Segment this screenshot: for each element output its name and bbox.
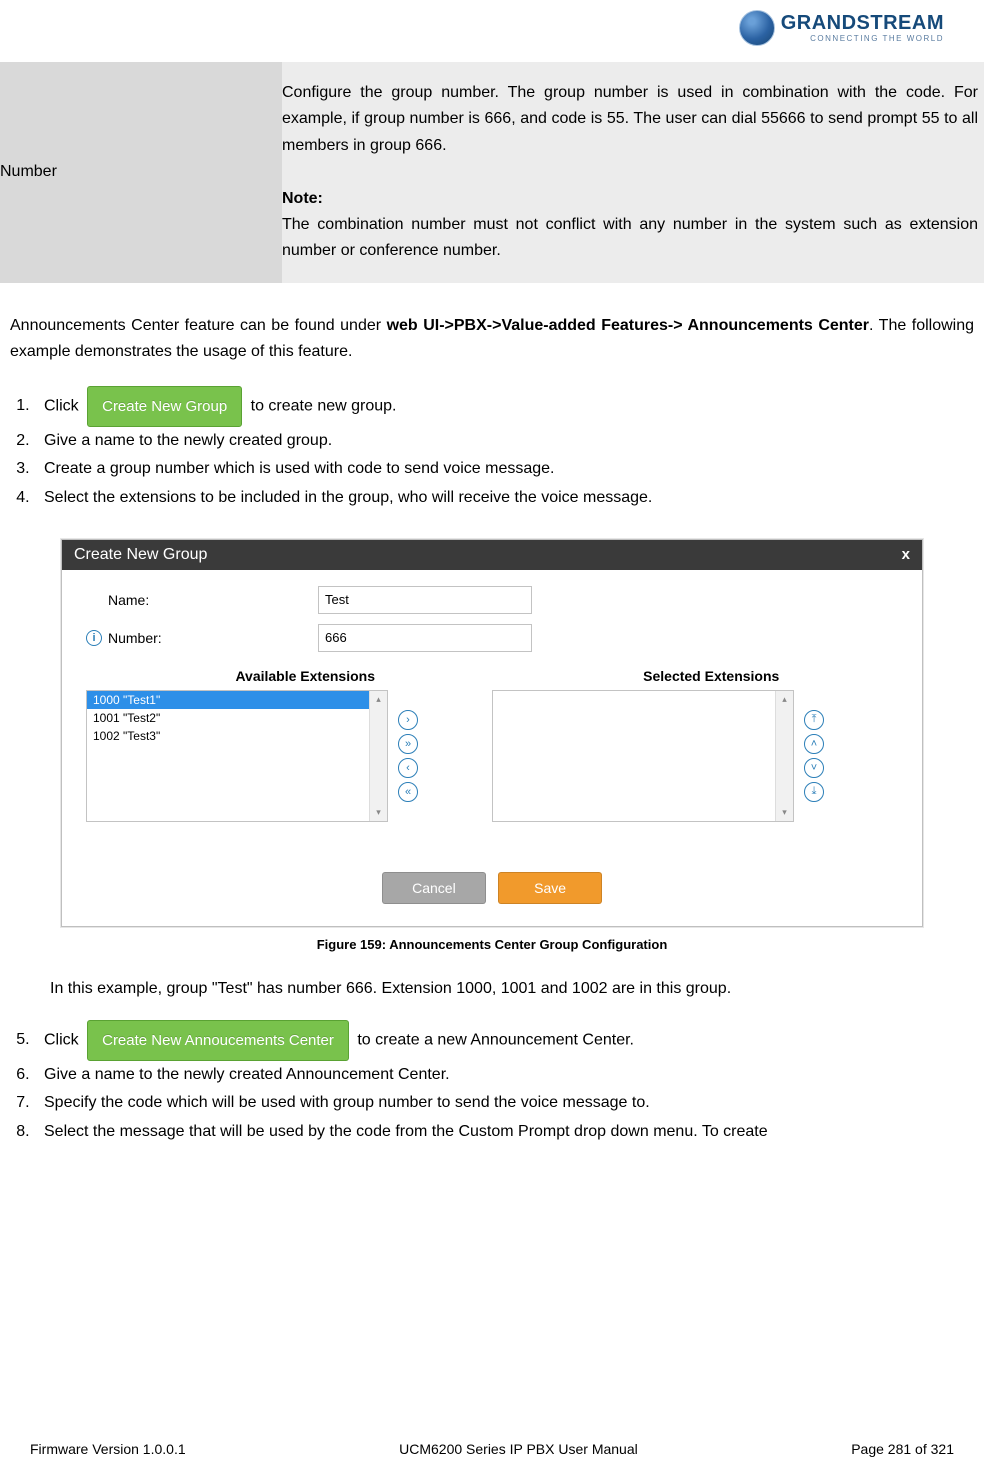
brand-tagline: CONNECTING THE WORLD <box>781 35 944 43</box>
scroll-down-icon[interactable]: ▾ <box>776 804 793 821</box>
list-item[interactable]: 1000 "Test1" <box>87 691 387 709</box>
globe-icon <box>739 10 775 46</box>
move-up-icon[interactable]: ˄ <box>804 734 824 754</box>
create-new-center-button[interactable]: Create New Annoucements Center <box>87 1020 349 1061</box>
intro-paragraph: Announcements Center feature can be foun… <box>0 313 984 366</box>
param-label: Number <box>0 62 282 283</box>
step1-pre: Click <box>44 397 83 414</box>
available-listbox[interactable]: 1000 "Test1" 1001 "Test2" 1002 "Test3" ▴… <box>86 690 388 822</box>
scroll-up-icon[interactable]: ▴ <box>776 691 793 708</box>
name-row: Name: <box>86 586 898 614</box>
name-label: Name: <box>108 592 149 608</box>
param-desc-text: Configure the group number. The group nu… <box>282 84 978 154</box>
dialog-titlebar: Create New Group x <box>62 540 922 570</box>
move-buttons-left: › » ‹ « <box>392 690 424 822</box>
step1-post: to create new group. <box>251 397 397 414</box>
brand-logo: GRANDSTREAM CONNECTING THE WORLD <box>739 10 944 46</box>
step-3: Create a group number which is used with… <box>34 455 974 484</box>
intro-path: web UI->PBX->Value-added Features-> Anno… <box>387 317 869 334</box>
create-group-dialog: Create New Group x Name: i Number: <box>61 539 923 927</box>
scroll-up-icon[interactable]: ▴ <box>370 691 387 708</box>
create-new-group-button[interactable]: Create New Group <box>87 386 242 427</box>
selected-header: Selected Extensions <box>524 668 898 684</box>
info-icon[interactable]: i <box>86 630 102 646</box>
figure-caption: Figure 159: Announcements Center Group C… <box>50 937 934 952</box>
number-input[interactable] <box>318 624 532 652</box>
step5-pre: Click <box>44 1031 83 1048</box>
intro-prefix: Announcements Center feature can be foun… <box>10 317 387 334</box>
footer-right: Page 281 of 321 <box>851 1441 954 1457</box>
move-down-icon[interactable]: ˅ <box>804 758 824 778</box>
step-1: Click Create New Group to create new gro… <box>34 386 974 427</box>
step-6: Give a name to the newly created Announc… <box>34 1061 974 1090</box>
footer-left: Firmware Version 1.0.0.1 <box>30 1441 186 1457</box>
scrollbar[interactable]: ▴ ▾ <box>369 691 387 821</box>
number-row: i Number: <box>86 624 898 652</box>
parameter-table: Number Configure the group number. The g… <box>0 62 984 283</box>
scroll-down-icon[interactable]: ▾ <box>370 804 387 821</box>
scrollbar[interactable]: ▴ ▾ <box>775 691 793 821</box>
page-footer: Firmware Version 1.0.0.1 UCM6200 Series … <box>0 1441 984 1457</box>
figure-container: Create New Group x Name: i Number: <box>0 539 984 952</box>
steps-list-a: Click Create New Group to create new gro… <box>0 386 984 513</box>
move-left-icon[interactable]: ‹ <box>398 758 418 778</box>
param-description: Configure the group number. The group nu… <box>282 62 984 283</box>
dialog-title: Create New Group <box>74 546 207 564</box>
move-all-left-icon[interactable]: « <box>398 782 418 802</box>
dialog-actions: Cancel Save <box>86 822 898 918</box>
dual-list-header: Available Extensions Selected Extensions <box>86 668 898 684</box>
dual-list: 1000 "Test1" 1001 "Test2" 1002 "Test3" ▴… <box>86 690 898 822</box>
save-button[interactable]: Save <box>498 872 602 904</box>
cancel-button[interactable]: Cancel <box>382 872 486 904</box>
note-label: Note: <box>282 190 323 207</box>
step-8: Select the message that will be used by … <box>34 1118 974 1147</box>
move-all-right-icon[interactable]: » <box>398 734 418 754</box>
move-right-icon[interactable]: › <box>398 710 418 730</box>
example-paragraph: In this example, group "Test" has number… <box>0 976 984 1002</box>
note-text: The combination number must not conflict… <box>282 216 978 259</box>
selected-listbox[interactable]: ▴ ▾ <box>492 690 794 822</box>
close-icon[interactable]: x <box>902 546 910 563</box>
step-7: Specify the code which will be used with… <box>34 1089 974 1118</box>
name-input[interactable] <box>318 586 532 614</box>
steps-list-b: Click Create New Annoucements Center to … <box>0 1020 984 1147</box>
step-2: Give a name to the newly created group. <box>34 427 974 456</box>
move-bottom-icon[interactable]: ⤓ <box>804 782 824 802</box>
list-item[interactable]: 1002 "Test3" <box>87 727 387 745</box>
footer-center: UCM6200 Series IP PBX User Manual <box>399 1441 638 1457</box>
step-5: Click Create New Annoucements Center to … <box>34 1020 974 1061</box>
step-4: Select the extensions to be included in … <box>34 484 974 513</box>
list-item[interactable]: 1001 "Test2" <box>87 709 387 727</box>
move-top-icon[interactable]: ⤒ <box>804 710 824 730</box>
reorder-buttons: ⤒ ˄ ˅ ⤓ <box>798 690 830 822</box>
number-label: Number: <box>108 630 162 646</box>
header-logo-row: GRANDSTREAM CONNECTING THE WORLD <box>0 10 984 50</box>
available-header: Available Extensions <box>86 668 524 684</box>
brand-name: GRANDSTREAM <box>781 13 944 33</box>
step5-post: to create a new Announcement Center. <box>357 1031 634 1048</box>
